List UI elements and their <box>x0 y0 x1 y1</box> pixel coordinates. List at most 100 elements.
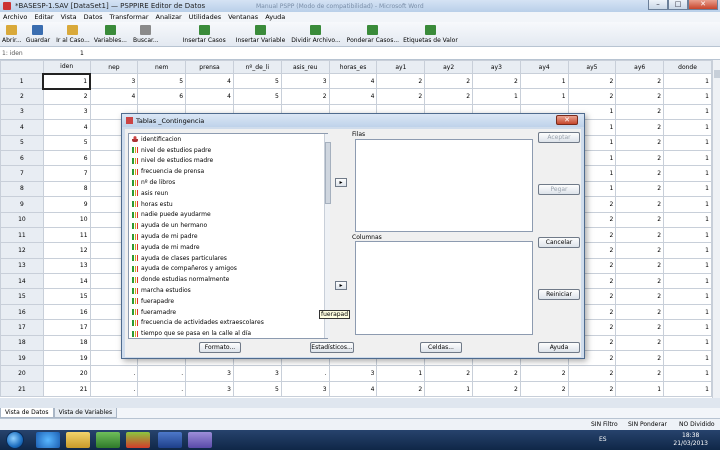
menu-item-archivo[interactable]: Archivo <box>3 13 27 21</box>
row-header[interactable]: 20 <box>0 365 44 382</box>
row-header[interactable]: 1 <box>0 72 44 90</box>
move-to-rows-button[interactable]: ▸ <box>335 178 347 187</box>
data-cell[interactable]: 1 <box>663 273 712 290</box>
data-cell[interactable]: 2 <box>615 103 665 121</box>
list-item[interactable]: fuerapadre <box>129 296 327 307</box>
list-item[interactable]: donde estudias normalmente <box>129 274 327 285</box>
reset-button[interactable]: Reiniciar <box>538 289 580 300</box>
data-cell[interactable]: 2 <box>615 88 665 105</box>
data-cell[interactable]: 12 <box>42 242 91 259</box>
data-cell[interactable]: 1 <box>663 180 712 198</box>
data-cell[interactable]: 2 <box>424 88 474 105</box>
cells-button[interactable]: Celdas... <box>420 342 462 353</box>
menu-item-analizar[interactable]: Analizar <box>156 13 182 21</box>
data-cell[interactable]: 19 <box>42 350 91 367</box>
menu-item-ayuda[interactable]: Ayuda <box>265 13 285 21</box>
close-button[interactable]: ✕ <box>688 0 718 10</box>
list-item[interactable]: nº de libros <box>129 177 327 188</box>
data-cell[interactable]: 1 <box>663 319 712 336</box>
data-cell[interactable]: 1 <box>376 365 426 382</box>
data-cell[interactable]: 3 <box>328 365 378 382</box>
data-cell[interactable]: 4 <box>89 88 139 105</box>
tab-variable-view[interactable]: Vista de Variables <box>53 408 118 418</box>
list-item[interactable]: frecuencia de prensa <box>129 166 327 177</box>
data-cell[interactable]: 1 <box>615 380 665 398</box>
data-cell[interactable]: . <box>89 365 139 382</box>
list-item[interactable]: nadie puede ayudarme <box>129 210 327 221</box>
data-cell[interactable]: 4 <box>185 72 234 90</box>
data-cell[interactable]: 3 <box>42 103 91 121</box>
data-cell[interactable]: 10 <box>42 211 91 228</box>
data-cell[interactable]: 7 <box>42 165 91 182</box>
data-cell[interactable]: 2 <box>615 303 665 321</box>
data-cell[interactable]: 17 <box>42 319 91 336</box>
data-cell[interactable]: 2 <box>615 165 665 182</box>
data-cell[interactable]: 3 <box>89 72 139 90</box>
internet-explorer-icon[interactable] <box>36 432 60 448</box>
row-header[interactable]: 11 <box>0 226 44 244</box>
data-cell[interactable]: 4 <box>328 380 378 398</box>
data-cell[interactable]: 2 <box>615 319 665 336</box>
data-cell[interactable]: 2 <box>615 273 665 290</box>
data-cell[interactable]: 2 <box>567 88 617 105</box>
data-cell[interactable]: 16 <box>42 303 91 321</box>
data-cell[interactable]: 1 <box>663 380 712 398</box>
column-header-8[interactable]: ay2 <box>424 60 474 74</box>
row-header[interactable]: 12 <box>0 242 44 259</box>
toolbar-button-0[interactable]: Abrir... <box>2 25 22 46</box>
data-cell[interactable]: 1 <box>663 72 712 90</box>
data-cell[interactable]: 2 <box>472 72 521 90</box>
list-item[interactable]: frecuencia de actividades extraescolares <box>129 318 327 329</box>
minimize-button[interactable]: – <box>648 0 668 10</box>
data-cell[interactable]: 1 <box>663 288 712 305</box>
scrollbar-thumb[interactable] <box>325 142 331 204</box>
pspp-icon[interactable] <box>188 432 212 448</box>
data-cell[interactable]: 1 <box>663 134 712 151</box>
list-item[interactable]: ayuda de mi padre <box>129 231 327 242</box>
row-header[interactable]: 14 <box>0 273 44 290</box>
data-cell[interactable]: 1 <box>663 211 712 228</box>
data-cell[interactable]: 2 <box>519 380 569 398</box>
data-cell[interactable]: 15 <box>42 288 91 305</box>
list-item[interactable]: tiempo que se pasa en la calle al día <box>129 328 327 338</box>
data-cell[interactable]: 2 <box>615 365 665 382</box>
row-header[interactable]: 9 <box>0 196 44 213</box>
data-cell[interactable]: 3 <box>185 365 234 382</box>
toolbar-button-7[interactable]: Dividir Archivo... <box>291 25 341 46</box>
data-cell[interactable]: 2 <box>615 211 665 228</box>
data-cell[interactable]: . <box>280 365 330 382</box>
row-header[interactable]: 8 <box>0 180 44 198</box>
data-cell[interactable]: 2 <box>280 88 330 105</box>
data-cell[interactable]: 1 <box>663 365 712 382</box>
list-item[interactable]: horas estu <box>129 199 327 210</box>
data-cell[interactable]: 2 <box>615 334 665 352</box>
data-cell[interactable]: 2 <box>519 365 569 382</box>
file-explorer-icon[interactable] <box>66 432 90 448</box>
move-to-columns-button[interactable]: ▸ <box>335 281 347 290</box>
row-header[interactable]: 7 <box>0 165 44 182</box>
data-cell[interactable]: 1 <box>519 88 569 105</box>
list-item[interactable]: asis reun <box>129 188 327 199</box>
data-cell[interactable]: 2 <box>615 149 665 167</box>
help-button[interactable]: Ayuda <box>538 342 580 353</box>
format-button[interactable]: Formato... <box>199 342 241 353</box>
column-header-7[interactable]: ay1 <box>376 60 426 74</box>
list-item[interactable]: ayuda de clases particulares <box>129 253 327 264</box>
data-cell[interactable]: 11 <box>42 226 91 244</box>
list-item[interactable]: ayuda de un hermano <box>129 220 327 231</box>
menu-item-transformar[interactable]: Transformar <box>110 13 149 21</box>
data-cell[interactable]: 6 <box>42 149 91 167</box>
data-cell[interactable]: . <box>137 380 187 398</box>
menu-item-datos[interactable]: Datos <box>84 13 103 21</box>
data-cell[interactable]: 1 <box>663 165 712 182</box>
data-cell[interactable]: 2 <box>615 196 665 213</box>
column-header-6[interactable]: horas_es <box>328 60 378 74</box>
column-header-13[interactable]: donde <box>663 60 712 74</box>
data-cell[interactable]: 2 <box>615 226 665 244</box>
menu-item-vista[interactable]: Vista <box>61 13 77 21</box>
data-cell[interactable]: 1 <box>663 257 712 275</box>
data-cell[interactable]: 2 <box>615 180 665 198</box>
toolbar-button-5[interactable]: Insertar Casos <box>183 25 226 46</box>
data-cell[interactable]: 1 <box>663 334 712 352</box>
data-cell[interactable]: 4 <box>328 88 378 105</box>
